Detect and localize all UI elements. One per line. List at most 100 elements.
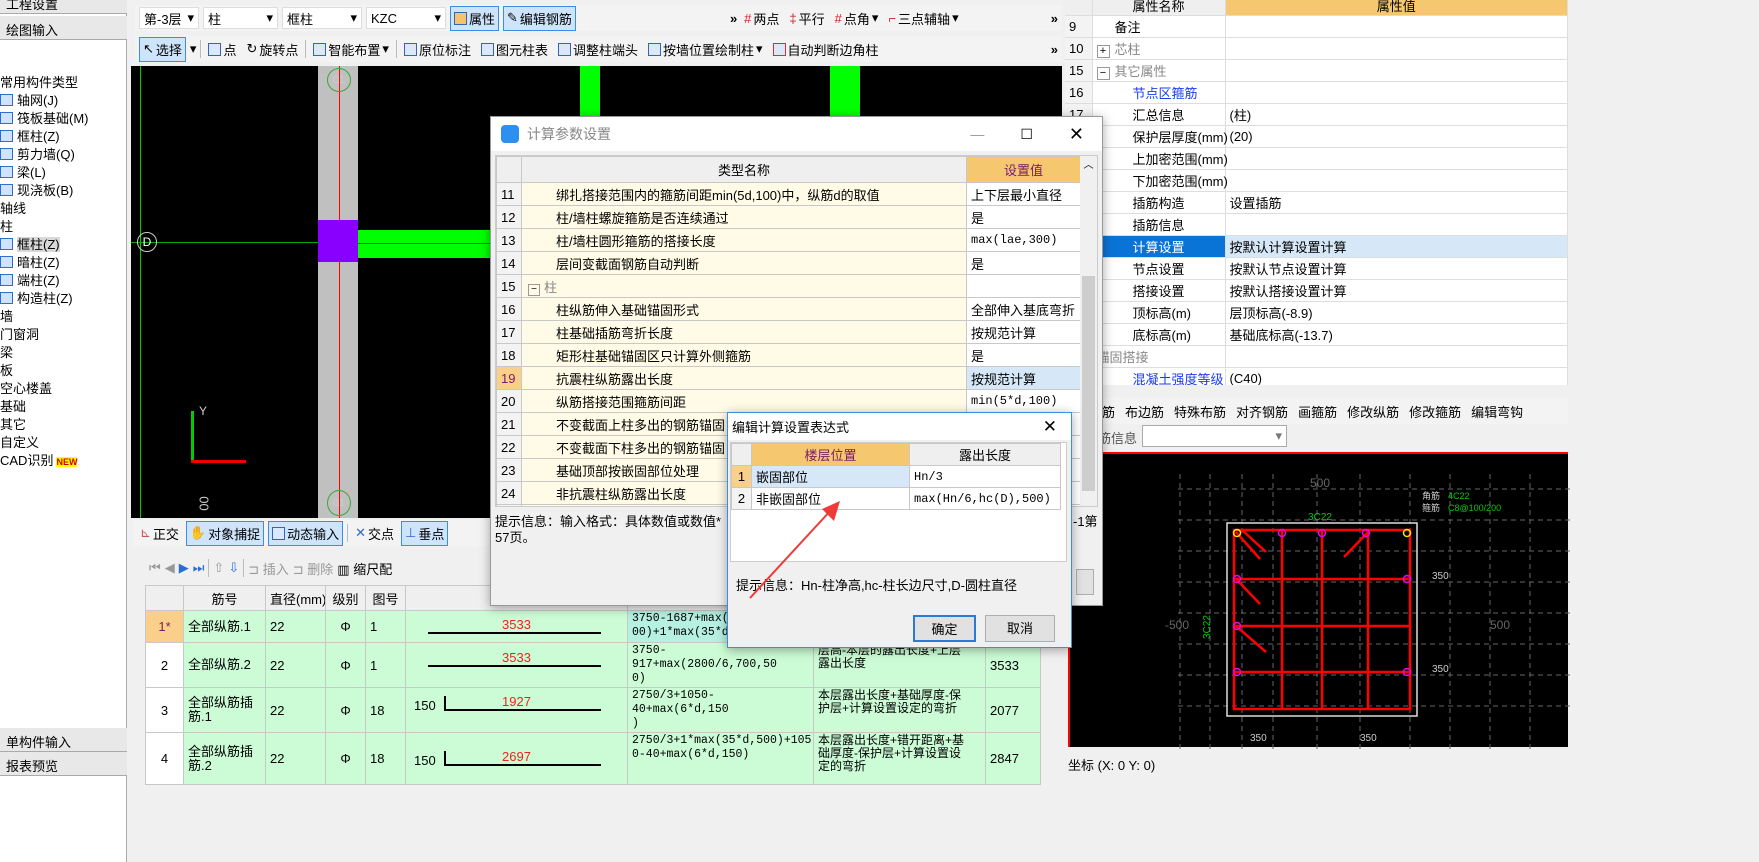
cancel-button[interactable]: 取消 <box>985 615 1055 642</box>
property-row[interactable]: 插筋信息 <box>1065 213 1568 236</box>
figure-no-cell[interactable]: 1 <box>365 610 406 643</box>
tree-item[interactable]: 门窗洞 <box>0 326 127 344</box>
vertical-scrollbar[interactable]: ︿ <box>1080 156 1097 506</box>
setting-row[interactable]: 11 绑扎搭接范围内的箍筋间距min(5d,100)中，纵筋d的取值 上下层最小直径 <box>496 182 1081 206</box>
diameter-cell[interactable]: 22 <box>265 687 326 733</box>
tab-report-preview[interactable]: 报表预览 <box>0 752 127 776</box>
prop-value-cell[interactable]: 层顶标高(-8.9) <box>1225 301 1568 324</box>
section-tool-button[interactable]: 筋 <box>1102 402 1115 421</box>
smart-layout-button[interactable]: 智能布置 ▾ <box>310 38 392 61</box>
setting-row[interactable]: 20 纵筋搭接范围箍筋间距 min(5*d,100) <box>496 389 1081 413</box>
tree-item[interactable]: CAD识别 NEW <box>0 452 127 470</box>
property-row[interactable]: 10 + 芯柱 <box>1065 37 1568 60</box>
prop-name-cell[interactable]: 保护层厚度(mm) <box>1092 125 1228 148</box>
prop-name-cell[interactable]: 顶标高(m) <box>1092 301 1226 324</box>
floor-select[interactable]: 第-3层 ▾ <box>139 7 199 29</box>
formula-cell[interactable]: 2750/3+1*max(35*d,500)+105 0-40+max(6*d,… <box>627 732 814 785</box>
row-number[interactable]: 2 <box>145 642 184 688</box>
tree-item[interactable]: 梁(L) <box>0 164 127 182</box>
tree-item[interactable]: 其它 <box>0 416 127 434</box>
property-row[interactable]: 混凝土强度等级 (C40) <box>1065 367 1568 385</box>
length-cell[interactable]: 2847 <box>985 732 1041 785</box>
tree-item[interactable]: 基础 <box>0 398 127 416</box>
prop-name-cell[interactable]: 节点设置 <box>1092 257 1226 280</box>
last-record-icon[interactable]: ⏭ <box>193 560 205 576</box>
prop-value-cell[interactable] <box>1225 15 1568 38</box>
in-place-annotation-button[interactable]: 原位标注 <box>401 38 474 61</box>
figure-cell[interactable]: 150 1927 <box>405 687 628 733</box>
tab-project-settings[interactable]: 工程设置 <box>0 0 127 14</box>
setting-value-cell[interactable]: 全部伸入基底弯折 <box>966 297 1081 321</box>
tree-item[interactable]: 现浇板(B) <box>0 182 127 200</box>
rotate-point-button[interactable]: ↻ 旋转点 <box>243 38 301 61</box>
prop-value-cell[interactable]: 按默认计算设置计算 <box>1225 235 1568 258</box>
object-snap-toggle[interactable]: ✋ 对象捕捉 <box>185 520 265 546</box>
setting-row[interactable]: 19 抗震柱纵筋露出长度 按规范计算 <box>496 366 1081 390</box>
prop-value-cell[interactable]: (C40) <box>1225 367 1568 385</box>
expand-icon[interactable]: + <box>1096 44 1110 58</box>
prop-name-cell[interactable]: 混凝土强度等级 <box>1092 367 1226 385</box>
dynamic-input-toggle[interactable]: 动态输入 <box>268 520 344 546</box>
tree-item[interactable]: 框柱(Z) <box>0 128 127 146</box>
dialog-button-partial[interactable] <box>1076 569 1094 595</box>
first-record-icon[interactable]: ⏮ <box>149 560 161 576</box>
formula-cell[interactable]: 2750/3+1050-40+max(6*d,150 ) <box>627 687 814 733</box>
prop-name-cell[interactable]: 锚固搭接 <box>1092 345 1226 368</box>
setting-value-cell[interactable]: 是 <box>966 343 1081 367</box>
scale-rebar-button[interactable]: ▥ 缩尺配 <box>337 559 392 578</box>
property-row[interactable]: 上加密范围(mm) <box>1065 147 1568 170</box>
setting-value-cell[interactable]: 按规范计算 <box>966 366 1081 390</box>
draw-by-wall-button[interactable]: 按墙位置绘制柱 ▾ <box>645 38 766 61</box>
move-down-icon[interactable]: ⇩ <box>228 560 239 576</box>
collapse-icon[interactable]: − <box>528 283 540 296</box>
setting-name-cell[interactable]: 抗震柱纵筋露出长度 <box>521 366 967 390</box>
description-cell[interactable]: 本层露出长度+错开距离+基 础厚度-保护层+计算设置设 定的弯折 <box>813 732 986 785</box>
figure-cell[interactable]: 150 2697 <box>405 732 628 785</box>
prop-name-cell[interactable]: − 其它属性 <box>1092 59 1226 82</box>
prop-value-cell[interactable] <box>1225 59 1568 82</box>
rebar-info-select[interactable]: ▾ <box>1142 425 1287 447</box>
diameter-cell[interactable]: 22 <box>265 642 326 688</box>
prop-name-cell[interactable]: 汇总信息 <box>1092 103 1226 126</box>
ok-button[interactable]: 确定 <box>913 615 976 642</box>
bar-name-cell[interactable]: 全部纵筋.1 <box>183 610 266 643</box>
setting-value-cell[interactable] <box>966 274 1081 298</box>
section-tool-button[interactable]: 特殊布筋 <box>1174 402 1226 421</box>
tree-item[interactable]: 筏板基础(M) <box>0 110 127 128</box>
setting-name-cell[interactable]: − 柱 <box>521 274 967 298</box>
two-point-axis-button[interactable]: # 两点 <box>741 7 782 30</box>
setting-value-cell[interactable]: 上下层最小直径 <box>966 182 1081 206</box>
tree-item[interactable]: 框柱(Z) <box>0 236 127 254</box>
diameter-cell[interactable]: 22 <box>265 610 326 643</box>
setting-name-cell[interactable]: 绑扎搭接范围内的箍筋间距min(5d,100)中，纵筋d的取值 <box>521 182 967 206</box>
expression-row[interactable]: 1 嵌固部位 Hn/3 <box>731 465 1061 488</box>
setting-row[interactable]: 16 柱纵筋伸入基础锚固形式 全部伸入基底弯折 <box>496 297 1081 321</box>
property-row[interactable]: 16 节点区箍筋 <box>1065 81 1568 104</box>
property-row[interactable]: 15− 其它属性 <box>1065 59 1568 82</box>
prop-name-cell[interactable]: 插筋构造 <box>1092 191 1226 214</box>
property-row[interactable]: 搭接设置 按默认搭接设置计算 <box>1065 279 1568 302</box>
setting-name-cell[interactable]: 纵筋搭接范围箍筋间距 <box>521 389 967 413</box>
element-table-button[interactable]: 图元柱表 <box>478 38 551 61</box>
bar-name-cell[interactable]: 全部纵筋插 筋.1 <box>183 687 266 733</box>
prop-name-cell[interactable]: 上加密范围(mm) <box>1092 147 1228 170</box>
prop-value-cell[interactable] <box>1225 345 1568 368</box>
description-cell[interactable]: 本层露出长度+基础厚度-保 护层+计算设置设定的弯折 <box>813 687 986 733</box>
row-number[interactable]: 3 <box>145 687 184 733</box>
setting-row[interactable]: 15− 柱 <box>496 274 1081 298</box>
parallel-axis-button[interactable]: ‡ 平行 <box>786 7 827 30</box>
minimize-button[interactable]: — <box>952 126 1002 142</box>
delete-button[interactable]: ⊐ 删除 <box>293 559 334 578</box>
setting-name-cell[interactable]: 矩形柱基础锚固区只计算外侧箍筋 <box>521 343 967 367</box>
selected-column[interactable] <box>318 220 358 262</box>
property-row[interactable]: 保护层厚度(mm) (20) <box>1065 125 1568 148</box>
prop-value-cell[interactable] <box>1225 147 1568 170</box>
exposed-length-cell[interactable]: max(Hn/6,hc(D),500) <box>909 487 1061 510</box>
setting-row[interactable]: 17 柱基础插筋弯折长度 按规范计算 <box>496 320 1081 344</box>
three-point-axis-button[interactable]: ⌐ 三点辅轴 ▾ <box>885 7 961 30</box>
insert-button[interactable]: ⊐ 插入 <box>248 559 289 578</box>
intersection-snap-toggle[interactable]: ✕ 交点 <box>352 522 397 545</box>
tree-item[interactable]: 空心楼盖 <box>0 380 127 398</box>
section-tool-button[interactable]: 编辑弯钩 <box>1471 402 1523 421</box>
property-row[interactable]: 下加密范围(mm) <box>1065 169 1568 192</box>
